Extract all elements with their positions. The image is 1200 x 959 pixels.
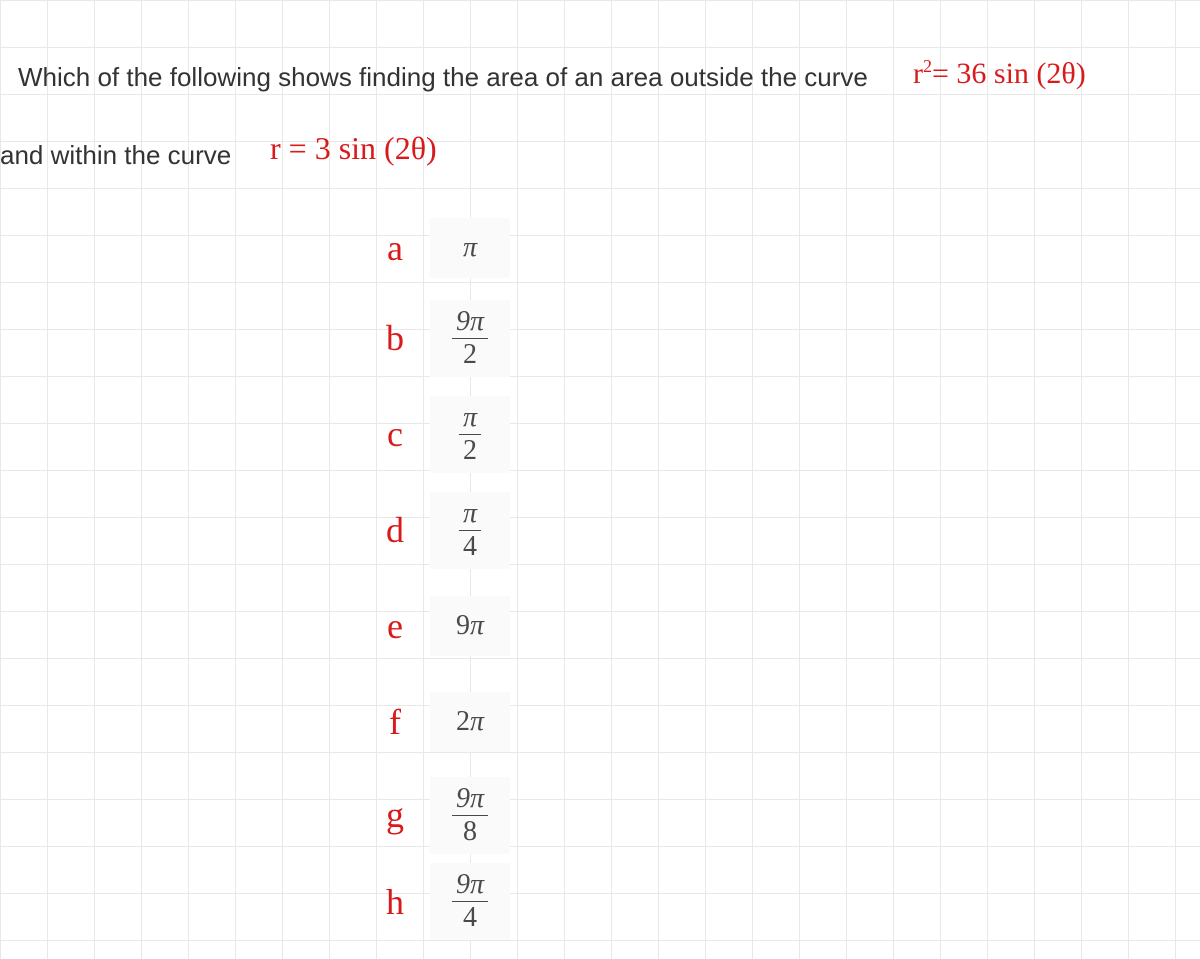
formula-outer-curve: r2= 36 sin (2θ) [913, 56, 1086, 91]
option-value-c: π2 [430, 396, 510, 473]
option-c: c π2 [360, 390, 510, 478]
option-label-g: g [360, 794, 430, 836]
option-label-d: d [360, 509, 430, 551]
option-label-c: c [360, 413, 430, 455]
option-label-b: b [360, 317, 430, 359]
formula-inner-curve: r = 3 sin (2θ) [270, 130, 437, 167]
option-value-g: 9π8 [430, 777, 510, 854]
option-f: f 2π [360, 678, 510, 766]
option-label-a: a [360, 227, 430, 269]
question-text-line1: Which of the following shows finding the… [18, 62, 868, 93]
option-a: a π [360, 210, 510, 286]
option-value-d: π4 [430, 492, 510, 569]
option-value-a: π [430, 218, 510, 278]
option-label-e: e [360, 605, 430, 647]
option-label-f: f [360, 701, 430, 743]
option-d: d π4 [360, 486, 510, 574]
option-value-b: 9π2 [430, 300, 510, 377]
option-b: b 9π2 [360, 294, 510, 382]
options-list: a π b 9π2 c π2 d π4 e 9π f 2π g 9π8 h 9π [360, 210, 510, 947]
option-label-h: h [360, 881, 430, 923]
option-value-f: 2π [430, 692, 510, 752]
option-e: e 9π [360, 582, 510, 670]
question-text-line2: and within the curve [0, 140, 231, 171]
option-h: h 9π4 [360, 864, 510, 939]
option-g: g 9π8 [360, 774, 510, 856]
option-value-h: 9π4 [430, 863, 510, 940]
option-value-e: 9π [430, 596, 510, 656]
